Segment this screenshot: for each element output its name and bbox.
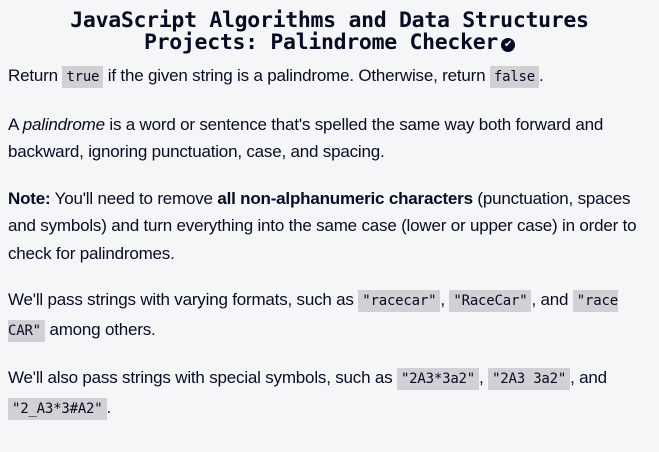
- paragraph-note: Note: You'll need to remove all non-alph…: [8, 185, 651, 268]
- title-line-2: Projects: Palindrome Checker: [143, 30, 499, 55]
- text: , and: [570, 368, 607, 387]
- paragraph-formats: We'll pass strings with varying formats,…: [8, 286, 651, 345]
- text: A: [8, 114, 23, 134]
- text: You'll need to remove: [50, 188, 218, 208]
- text: .: [539, 66, 544, 85]
- text: .: [106, 397, 112, 417]
- check-circle-icon: ✔: [501, 38, 516, 52]
- text: Return: [8, 66, 63, 85]
- note-label: Note:: [8, 188, 51, 208]
- code-true: true: [62, 66, 104, 88]
- code-example: "RaceCar": [449, 290, 532, 312]
- page-title: JavaScript Algorithms and Data Structure…: [8, 10, 651, 54]
- text: , and: [531, 290, 573, 309]
- text: We'll also pass strings with special sym…: [8, 368, 397, 387]
- bold-text: all non-alphanumeric characters: [217, 188, 473, 208]
- code-example: "2A3*3a2": [396, 368, 480, 390]
- paragraph-return: Return true if the given string is a pal…: [8, 62, 651, 92]
- code-example: "racecar": [358, 290, 441, 312]
- text: We'll pass strings with varying formats,…: [8, 290, 359, 309]
- code-example: "2_A3*3#A2": [8, 397, 107, 420]
- paragraph-definition: A palindrome is a word or sentence that'…: [8, 111, 651, 166]
- code-false: false: [489, 66, 540, 88]
- text: ,: [479, 368, 489, 387]
- text: among others.: [44, 319, 156, 339]
- paragraph-symbols: We'll also pass strings with special sym…: [8, 364, 651, 423]
- challenge-description: JavaScript Algorithms and Data Structure…: [0, 10, 659, 423]
- code-example: "2A3 3a2": [488, 368, 571, 390]
- text: if the given string is a palindrome. Oth…: [103, 66, 490, 85]
- emphasis: palindrome: [22, 114, 105, 134]
